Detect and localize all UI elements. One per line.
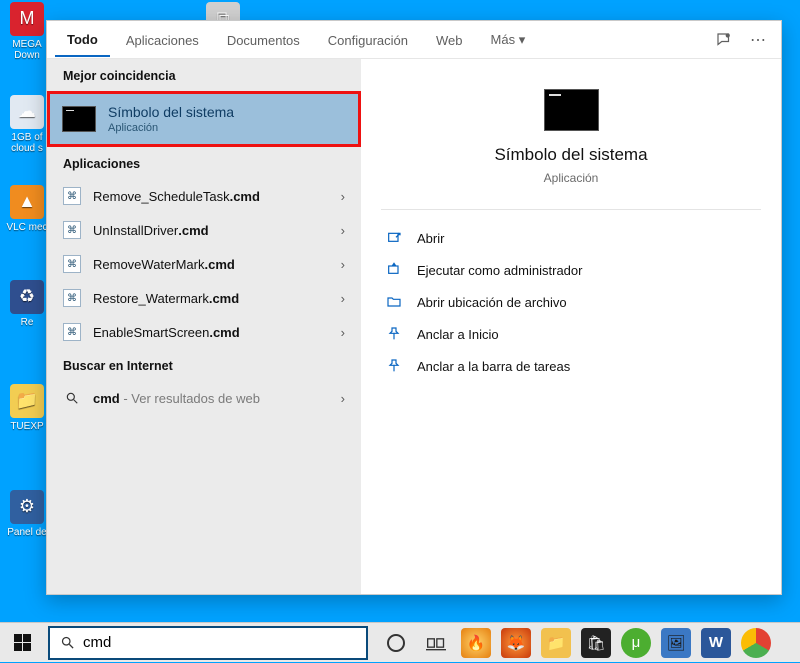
app-result-4[interactable]: ⌘ EnableSmartScreen.cmd › [47, 315, 361, 349]
chevron-right-icon: › [341, 391, 345, 406]
bat-file-icon: ⌘ [63, 323, 81, 341]
cortana-icon [387, 634, 405, 652]
desktop-icon-vlc[interactable]: ▲VLC mec [4, 185, 50, 233]
taskbar: 🔥 🦊 📁 🛍 μ 🖼 W [0, 622, 800, 662]
apps-label: Aplicaciones [47, 147, 361, 179]
best-match-title: Símbolo del sistema [108, 104, 234, 120]
search-flyout: Todo Aplicaciones Documentos Configuraci… [46, 20, 782, 595]
start-button[interactable] [0, 623, 44, 663]
cmd-icon [62, 106, 96, 132]
taskbar-app-chrome[interactable] [741, 628, 771, 658]
app-result-2[interactable]: ⌘ RemoveWaterMark.cmd › [47, 247, 361, 281]
web-result[interactable]: cmd - Ver resultados de web › [47, 381, 361, 415]
desktop-icon-recycle[interactable]: ♻Re [4, 280, 50, 328]
taskbar-app-word[interactable]: W [701, 628, 731, 658]
more-button[interactable]: ⋯ [743, 25, 773, 55]
feedback-icon [715, 31, 733, 49]
action-pin-taskbar[interactable]: Anclar a la barra de tareas [381, 350, 761, 382]
web-label: Buscar en Internet [47, 349, 361, 381]
pin-icon [385, 358, 403, 374]
bat-file-icon: ⌘ [63, 289, 81, 307]
chevron-right-icon: › [341, 223, 345, 238]
app-result-1[interactable]: ⌘ UnInstallDriver.cmd › [47, 213, 361, 247]
admin-icon [385, 262, 403, 278]
taskbar-app-firefox[interactable]: 🦊 [501, 628, 531, 658]
action-open[interactable]: Abrir [381, 222, 761, 254]
preview-cmd-icon [544, 89, 599, 131]
task-view-button[interactable] [418, 623, 454, 663]
action-pin-start[interactable]: Anclar a Inicio [381, 318, 761, 350]
desktop-icon-mega[interactable]: MMEGA Down [4, 2, 50, 61]
tab-aplicaciones[interactable]: Aplicaciones [114, 24, 211, 56]
tab-web[interactable]: Web [424, 24, 475, 56]
tab-mas[interactable]: Más ▾ [479, 23, 538, 56]
desktop-icon-panel[interactable]: ⚙Panel de [4, 490, 50, 538]
app-result-3[interactable]: ⌘ Restore_Watermark.cmd › [47, 281, 361, 315]
cortana-button[interactable] [378, 623, 414, 663]
taskbar-app-utorrent[interactable]: μ [621, 628, 651, 658]
desktop-icon-cloud[interactable]: ☁1GB of cloud s [4, 95, 50, 154]
open-icon [385, 230, 403, 246]
bat-file-icon: ⌘ [63, 187, 81, 205]
task-view-icon [426, 635, 446, 651]
chevron-down-icon: ▾ [519, 32, 526, 47]
preview-subtitle: Aplicación [544, 171, 599, 185]
search-icon [63, 389, 81, 407]
tab-documentos[interactable]: Documentos [215, 24, 312, 56]
search-tabs-bar: Todo Aplicaciones Documentos Configuraci… [47, 21, 781, 59]
taskbar-app-store[interactable]: 🛍 [581, 628, 611, 658]
chevron-right-icon: › [341, 325, 345, 340]
folder-icon [385, 294, 403, 310]
tab-todo[interactable]: Todo [55, 23, 110, 57]
action-run-admin[interactable]: Ejecutar como administrador [381, 254, 761, 286]
bat-file-icon: ⌘ [63, 221, 81, 239]
desktop-icon-folder[interactable]: 📁TUEXP [4, 384, 50, 432]
preview-column: Símbolo del sistema Aplicación Abrir Eje… [361, 59, 781, 594]
chevron-right-icon: › [341, 257, 345, 272]
preview-title: Símbolo del sistema [494, 145, 647, 165]
search-input[interactable] [83, 634, 356, 651]
taskbar-search-box[interactable] [48, 626, 368, 660]
taskbar-app-explorer[interactable]: 📁 [541, 628, 571, 658]
windows-logo-icon [14, 634, 31, 651]
best-match-label: Mejor coincidencia [47, 59, 361, 91]
tab-configuracion[interactable]: Configuración [316, 24, 420, 56]
search-icon [60, 635, 75, 650]
pin-icon [385, 326, 403, 342]
best-match-subtitle: Aplicación [108, 122, 234, 134]
action-open-location[interactable]: Abrir ubicación de archivo [381, 286, 761, 318]
chevron-right-icon: › [341, 291, 345, 306]
taskbar-app-burn[interactable]: 🔥 [461, 628, 491, 658]
best-match-item[interactable]: Símbolo del sistema Aplicación [47, 91, 361, 147]
chevron-right-icon: › [341, 189, 345, 204]
taskbar-app-photos[interactable]: 🖼 [661, 628, 691, 658]
feedback-button[interactable] [709, 25, 739, 55]
app-result-0[interactable]: ⌘ Remove_ScheduleTask.cmd › [47, 179, 361, 213]
results-column: Mejor coincidencia Símbolo del sistema A… [47, 59, 361, 594]
bat-file-icon: ⌘ [63, 255, 81, 273]
